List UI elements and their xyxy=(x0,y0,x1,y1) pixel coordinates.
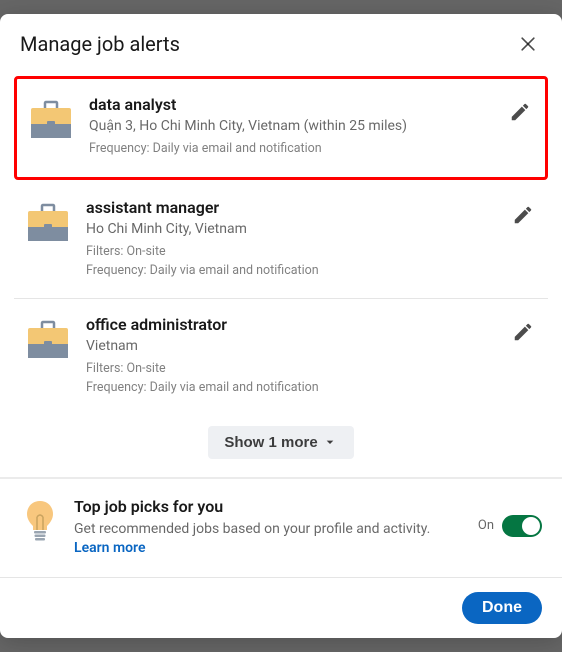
pencil-icon xyxy=(512,204,534,226)
pencil-icon xyxy=(509,101,531,123)
picks-toggle[interactable] xyxy=(502,515,542,537)
briefcase-icon xyxy=(27,97,75,145)
pencil-icon xyxy=(512,321,534,343)
alert-item-office-administrator[interactable]: office administrator Vietnam Filters: On… xyxy=(14,299,548,416)
alert-location: Ho Chi Minh City, Vietnam xyxy=(86,221,500,237)
alert-list: data analyst Quận 3, Ho Chi Minh City, V… xyxy=(0,76,562,477)
modal-header: Manage job alerts xyxy=(0,14,562,72)
toggle-label: On xyxy=(478,518,494,533)
alert-filters: Filters: On-site xyxy=(86,243,500,262)
top-job-picks-section: Top job picks for you Get recommended jo… xyxy=(0,479,562,578)
edit-alert-button[interactable] xyxy=(508,200,538,230)
picks-title: Top job picks for you xyxy=(74,497,466,516)
modal-title: Manage job alerts xyxy=(20,32,180,56)
briefcase-icon xyxy=(24,200,72,248)
alert-title: data analyst xyxy=(89,95,497,114)
alert-filters: Filters: On-site xyxy=(86,360,500,379)
picks-toggle-container: On xyxy=(478,515,542,537)
edit-alert-button[interactable] xyxy=(508,317,538,347)
edit-alert-button[interactable] xyxy=(505,97,535,127)
done-button[interactable]: Done xyxy=(462,592,542,624)
manage-job-alerts-modal: Manage job alerts data analyst Quận 3, H… xyxy=(0,14,562,638)
alert-item-data-analyst[interactable]: data analyst Quận 3, Ho Chi Minh City, V… xyxy=(14,76,548,180)
close-icon xyxy=(518,34,538,54)
chevron-down-icon xyxy=(322,434,338,450)
alert-frequency: Frequency: Daily via email and notificat… xyxy=(89,140,497,159)
show-more-button[interactable]: Show 1 more xyxy=(208,426,353,459)
alert-title: office administrator xyxy=(86,315,500,334)
show-more-container: Show 1 more xyxy=(14,416,548,477)
alert-content: office administrator Vietnam Filters: On… xyxy=(86,315,500,398)
alert-frequency: Frequency: Daily via email and notificat… xyxy=(86,262,500,281)
picks-content: Top job picks for you Get recommended jo… xyxy=(74,497,466,559)
briefcase-icon xyxy=(24,317,72,365)
close-button[interactable] xyxy=(514,30,542,58)
alert-title: assistant manager xyxy=(86,198,500,217)
alert-content: data analyst Quận 3, Ho Chi Minh City, V… xyxy=(89,95,497,159)
learn-more-link[interactable]: Learn more xyxy=(74,540,145,556)
alert-frequency: Frequency: Daily via email and notificat… xyxy=(86,379,500,398)
lightbulb-icon xyxy=(24,499,56,543)
alert-item-assistant-manager[interactable]: assistant manager Ho Chi Minh City, Viet… xyxy=(14,182,548,300)
alert-content: assistant manager Ho Chi Minh City, Viet… xyxy=(86,198,500,281)
alert-location: Vietnam xyxy=(86,338,500,354)
picks-description: Get recommended jobs based on your profi… xyxy=(74,520,466,559)
alert-location: Quận 3, Ho Chi Minh City, Vietnam (withi… xyxy=(89,118,497,134)
modal-footer: Done xyxy=(0,578,562,638)
show-more-label: Show 1 more xyxy=(224,434,317,451)
